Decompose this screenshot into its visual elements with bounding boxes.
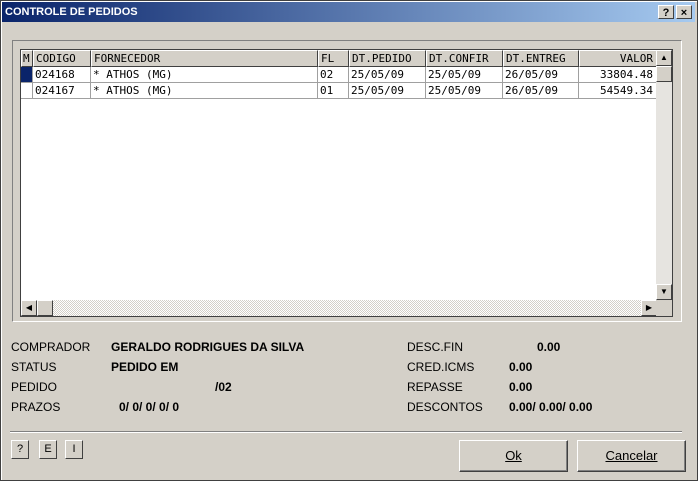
scroll-up-icon[interactable]: ▲ xyxy=(656,50,672,66)
cell-fornecedor: * ATHOS (MG) xyxy=(91,83,318,99)
cell-dt-entreg: 26/05/09 xyxy=(503,67,579,83)
title-bar: CONTROLE DE PEDIDOS ? × xyxy=(2,2,695,22)
row-marker xyxy=(21,67,33,83)
horizontal-scrollbar[interactable]: ◀ ▶ xyxy=(21,300,657,316)
col-header-codigo[interactable]: CODIGO xyxy=(33,50,91,67)
comprador-label: COMPRADOR xyxy=(11,340,91,354)
window-title: CONTROLE DE PEDIDOS xyxy=(5,6,138,18)
orders-grid[interactable]: M CODIGO FORNECEDOR FL DT.PEDIDO DT.CONF… xyxy=(20,49,673,317)
scroll-right-icon[interactable]: ▶ xyxy=(641,300,657,316)
vertical-scrollbar[interactable]: ▲ ▼ xyxy=(656,50,672,300)
cell-dt-confir: 25/05/09 xyxy=(426,67,503,83)
cell-fl: 02 xyxy=(318,67,349,83)
col-header-fornecedor[interactable]: FORNECEDOR xyxy=(91,50,318,67)
cell-valor: 33804.48 xyxy=(579,67,657,83)
col-header-m[interactable]: M xyxy=(21,50,33,67)
scroll-left-icon[interactable]: ◀ xyxy=(21,300,37,316)
table-row[interactable]: 024168 * ATHOS (MG) 02 25/05/09 25/05/09… xyxy=(21,67,657,83)
repasse-label: REPASSE xyxy=(407,380,463,394)
cell-valor: 54549.34 xyxy=(579,83,657,99)
pedido-value: /02 xyxy=(215,380,232,394)
table-row[interactable]: 024167 * ATHOS (MG) 01 25/05/09 25/05/09… xyxy=(21,83,657,99)
grid-header: M CODIGO FORNECEDOR FL DT.PEDIDO DT.CONF… xyxy=(21,50,657,67)
col-header-valor[interactable]: VALOR xyxy=(579,50,657,67)
prazos-label: PRAZOS xyxy=(11,400,61,414)
credicms-value: 0.00 xyxy=(509,360,533,374)
status-label: STATUS xyxy=(11,360,57,374)
prazos-value: 0/ 0/ 0/ 0/ 0 xyxy=(119,400,180,414)
scroll-corner xyxy=(656,300,672,316)
descfin-value: 0.00 xyxy=(537,340,561,354)
pedido-label: PEDIDO xyxy=(11,380,58,394)
descontos-value: 0.00/ 0.00/ 0.00 xyxy=(509,400,593,414)
comprador-value: GERALDO RODRIGUES DA SILVA xyxy=(111,340,305,354)
i-button[interactable]: I xyxy=(65,440,83,459)
row-marker xyxy=(21,83,33,99)
e-button[interactable]: E xyxy=(39,440,57,459)
cell-dt-pedido: 25/05/09 xyxy=(349,67,426,83)
repasse-value: 0.00 xyxy=(509,380,533,394)
scroll-down-icon[interactable]: ▼ xyxy=(656,284,672,300)
separator xyxy=(10,431,682,433)
col-header-dt-confir[interactable]: DT.CONFIR xyxy=(426,50,503,67)
cell-codigo: 024167 xyxy=(33,83,91,99)
status-value: PEDIDO EM xyxy=(111,360,179,374)
descfin-label: DESC.FIN xyxy=(407,340,464,354)
cell-dt-entreg: 26/05/09 xyxy=(503,83,579,99)
help-button[interactable]: ? xyxy=(11,440,29,459)
descontos-label: DESCONTOS xyxy=(407,400,483,414)
vertical-scroll-thumb[interactable] xyxy=(656,66,672,82)
cell-codigo: 024168 xyxy=(33,67,91,83)
cell-fl: 01 xyxy=(318,83,349,99)
cell-dt-pedido: 25/05/09 xyxy=(349,83,426,99)
col-header-dt-entreg[interactable]: DT.ENTREG xyxy=(503,50,579,67)
horizontal-scroll-thumb[interactable] xyxy=(37,300,53,316)
col-header-fl[interactable]: FL xyxy=(318,50,349,67)
cell-dt-confir: 25/05/09 xyxy=(426,83,503,99)
col-header-dt-pedido[interactable]: DT.PEDIDO xyxy=(349,50,426,67)
close-button[interactable]: × xyxy=(676,5,692,19)
help-title-button[interactable]: ? xyxy=(658,5,674,19)
cell-fornecedor: * ATHOS (MG) xyxy=(91,67,318,83)
credicms-label: CRED.ICMS xyxy=(407,360,475,374)
cancel-button[interactable]: Cancelar xyxy=(577,440,686,472)
ok-button[interactable]: Ok xyxy=(459,440,568,472)
